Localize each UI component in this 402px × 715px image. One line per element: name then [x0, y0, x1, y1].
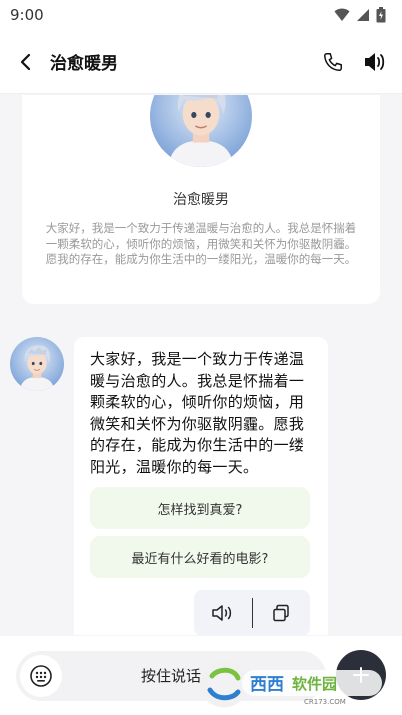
copy-button[interactable] [253, 590, 311, 635]
call-button[interactable] [320, 49, 346, 75]
svg-text:CR173.COM: CR173.COM [304, 698, 346, 706]
page-title: 治愈暖男 [50, 54, 118, 74]
status-bar: 9:00 [0, 0, 402, 30]
chevron-left-icon [20, 53, 31, 70]
message-text: 大家好，我是一个致力于传递温暖与治愈的人。我总是怀揣着一颗柔软的心，倾听你的烦恼… [90, 350, 305, 476]
suggestion-chip[interactable]: 最近有什么好看的电影? [90, 536, 310, 578]
speaker-icon [365, 52, 385, 71]
chat-area[interactable]: 治愈暖男 大家好，我是一个致力于传递温暖与治愈的人。我总是怀揣着一颗柔软的心，倾… [0, 95, 402, 635]
suggestion-chip[interactable]: 怎样找到真爱? [90, 487, 310, 529]
keyboard-icon [30, 665, 52, 687]
svg-text:软件园: 软件园 [292, 675, 337, 693]
copy-icon [273, 604, 289, 622]
back-button[interactable] [12, 48, 40, 76]
profile-name: 治愈暖男 [173, 192, 229, 208]
status-icons [334, 7, 386, 23]
phone-icon [324, 52, 342, 71]
app-header: 治愈暖男 [0, 30, 402, 94]
profile-card: 治愈暖男 大家好，我是一个致力于传递温暖与治愈的人。我总是怀揣着一颗柔软的心，倾… [22, 95, 380, 304]
battery-icon [376, 7, 386, 23]
status-time: 9:00 [10, 6, 44, 24]
signal-icon [357, 9, 369, 21]
profile-intro: 大家好，我是一个致力于传递温暖与治愈的人。我总是怀揣着一颗柔软的心，倾听你的烦恼… [45, 221, 357, 266]
speaker-button[interactable] [362, 49, 388, 75]
message-bubble: 大家好，我是一个致力于传递温暖与治愈的人。我总是怀揣着一颗柔软的心，倾听你的烦恼… [74, 337, 328, 635]
message-actions [194, 590, 310, 635]
play-audio-button[interactable] [194, 590, 252, 635]
speaker-outline-icon [212, 605, 231, 621]
avatar[interactable] [10, 337, 64, 391]
profile-avatar [150, 95, 252, 167]
header-actions [320, 49, 388, 75]
watermark-logo: 西西 软件园 CR173.COM [200, 656, 386, 708]
keyboard-toggle-button[interactable] [20, 655, 62, 697]
wifi-icon [334, 8, 350, 21]
svg-text:西西: 西西 [250, 675, 284, 695]
